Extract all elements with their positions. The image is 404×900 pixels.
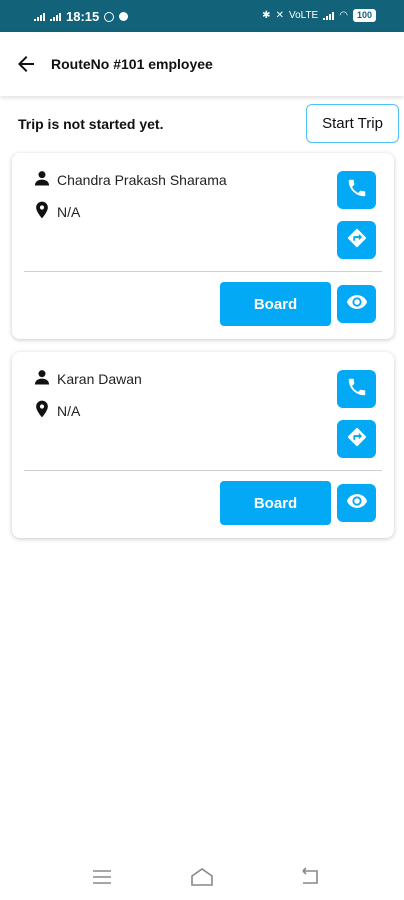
employee-name-row: Karan Dawan: [32, 367, 142, 390]
employee-location-row: N/A: [32, 200, 80, 223]
location-pin-icon: [32, 399, 52, 422]
employee-location: N/A: [57, 402, 81, 419]
eye-icon: [346, 291, 368, 318]
status-left: 18:15: [34, 9, 129, 24]
employee-location-row: N/A: [32, 399, 80, 422]
employee-card: Chandra Prakash Sharama N/A Board: [12, 153, 394, 339]
signal-icon-2: [50, 12, 61, 21]
phone-icon: [346, 376, 368, 403]
eye-icon: [346, 490, 368, 517]
view-button[interactable]: [337, 285, 376, 323]
call-button[interactable]: [337, 370, 376, 408]
bluetooth-icon: ✱: [262, 10, 271, 21]
app-bar: RouteNo #101 employee: [0, 32, 404, 96]
employee-name: Chandra Prakash Sharama: [57, 171, 227, 188]
notification-icon: [104, 11, 115, 22]
signal-icon: [34, 12, 45, 21]
person-icon: [32, 367, 52, 390]
cell-signal-icon: [323, 11, 335, 20]
directions-icon: [346, 227, 368, 254]
board-button[interactable]: Board: [220, 481, 331, 525]
status-time: 18:15: [66, 9, 100, 24]
home-icon[interactable]: [190, 866, 214, 888]
back-nav-icon[interactable]: [298, 866, 322, 888]
wifi-icon: ◠: [339, 10, 348, 21]
system-nav-bar: [0, 850, 404, 900]
employee-location: N/A: [57, 203, 81, 220]
directions-button[interactable]: [337, 420, 376, 458]
phone-icon: [346, 177, 368, 204]
mute-icon: ✕: [275, 10, 284, 21]
board-button[interactable]: Board: [220, 282, 331, 326]
status-right: ✱ ✕ VoLTE ◠ 100: [262, 9, 376, 22]
back-arrow-icon[interactable]: [14, 52, 38, 76]
call-button[interactable]: [337, 171, 376, 209]
card-divider: [24, 470, 382, 471]
person-icon: [32, 168, 52, 191]
directions-button[interactable]: [337, 221, 376, 259]
status-bar: 18:15 ✱ ✕ VoLTE ◠ 100: [0, 0, 404, 32]
location-pin-icon: [32, 200, 52, 223]
page-title: RouteNo #101 employee: [51, 56, 213, 72]
directions-icon: [346, 426, 368, 453]
trip-status-text: Trip is not started yet.: [18, 116, 164, 132]
view-button[interactable]: [337, 484, 376, 522]
battery-icon: 100: [352, 9, 376, 22]
notification-dot-icon: [119, 12, 129, 21]
menu-icon[interactable]: [90, 866, 114, 888]
volte-label: VoLTE: [288, 10, 319, 21]
employee-name-row: Chandra Prakash Sharama: [32, 168, 227, 191]
start-trip-button[interactable]: Start Trip: [306, 104, 399, 143]
employee-card: Karan Dawan N/A Board: [12, 352, 394, 538]
employee-name: Karan Dawan: [57, 370, 142, 387]
card-divider: [24, 271, 382, 272]
